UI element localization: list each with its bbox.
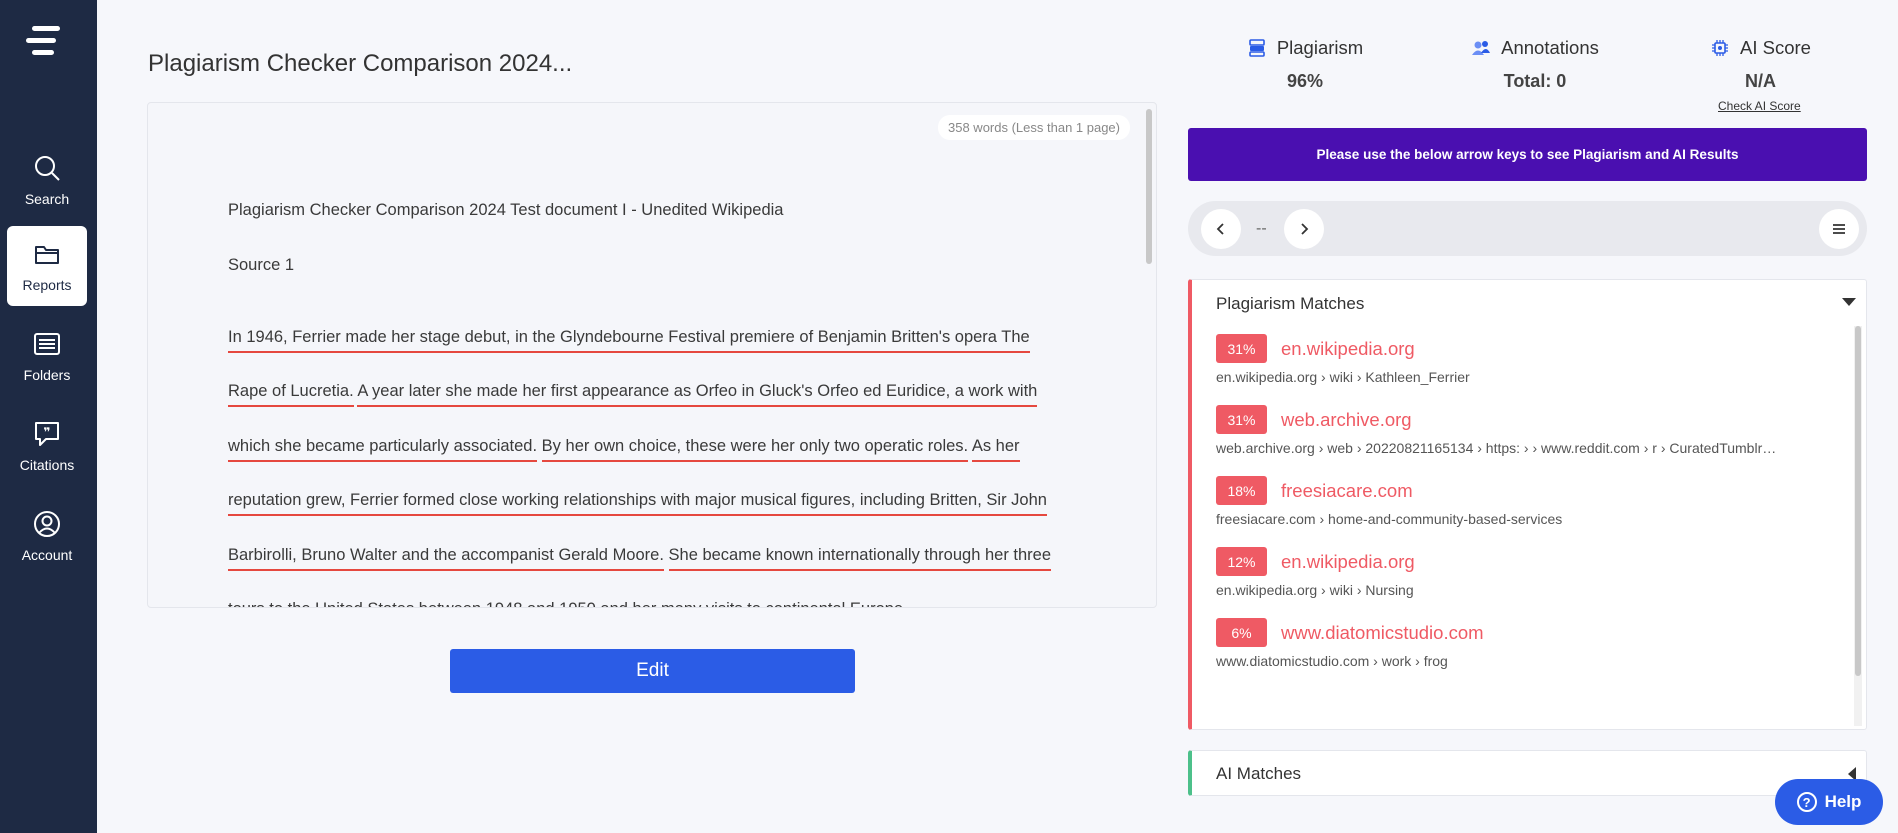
document-panel: 358 words (Less than 1 page) Plagiarism … — [147, 102, 1157, 608]
server-stack-icon — [1249, 39, 1265, 57]
menu-button[interactable] — [1819, 209, 1859, 249]
edit-button[interactable]: Edit — [450, 649, 855, 693]
chip-icon — [1712, 40, 1729, 56]
match-domain-link[interactable]: web.archive.org — [1281, 409, 1412, 431]
annotations-label: Annotations — [1501, 37, 1599, 58]
match-domain-link[interactable]: en.wikipedia.org — [1281, 551, 1415, 573]
hamburger-menu-icon — [1833, 224, 1845, 234]
match-percent-badge: 31% — [1216, 405, 1267, 434]
users-icon — [1472, 41, 1491, 55]
page-title: Plagiarism Checker Comparison 2024... — [148, 50, 573, 77]
user-circle-icon — [34, 511, 60, 537]
previous-button[interactable] — [1201, 209, 1241, 249]
document-paragraph: In 1946, Ferrier made her stage debut, i… — [228, 310, 1073, 607]
plagiarism-value: 96% — [1286, 71, 1324, 91]
sidebar-item-account[interactable]: Account — [7, 496, 87, 576]
match-path: web.archive.org › web › 20220821165134 ›… — [1216, 440, 1777, 456]
ai-score-label: AI Score — [1740, 37, 1811, 58]
match-path: en.wikipedia.org › wiki › Kathleen_Ferri… — [1216, 369, 1470, 385]
annotations-value: Total: 0 — [1503, 71, 1567, 91]
match-percent-badge: 31% — [1216, 334, 1267, 363]
ai-score-stat: AI Score N/A — [1708, 37, 1813, 92]
match-item[interactable]: 31% web.archive.org web.archive.org › web… — [1216, 405, 1836, 456]
sidebar-item-label: Search — [24, 191, 70, 207]
question-icon: ? — [1796, 792, 1817, 812]
plagiarism-stat: Plagiarism 96% — [1245, 37, 1365, 92]
sidebar-item-citations[interactable]: ❞ Citations — [7, 406, 87, 486]
folder-open-icon — [35, 246, 59, 264]
word-count-badge: 358 words (Less than 1 page) — [938, 115, 1130, 140]
chevron-right-icon — [1301, 223, 1309, 235]
match-item[interactable]: 6% www.diatomicstudio.com www.diatomicstu… — [1216, 618, 1836, 669]
plagiarism-label: Plagiarism — [1276, 37, 1364, 58]
match-path: en.wikipedia.org › wiki › Nursing — [1216, 582, 1414, 598]
match-percent-badge: 12% — [1216, 547, 1267, 576]
help-label: Help — [1824, 792, 1862, 811]
search-icon — [35, 156, 60, 181]
logo-icon[interactable] — [26, 24, 66, 58]
check-ai-score-link[interactable]: Check AI Score — [1718, 99, 1801, 113]
document-source: Source 1 — [228, 256, 295, 274]
annotations-stat: Annotations Total: 0 — [1470, 37, 1600, 92]
match-percent-badge: 6% — [1216, 618, 1267, 647]
match-domain-link[interactable]: en.wikipedia.org — [1281, 338, 1415, 360]
sidebar-item-label: Folders — [23, 367, 71, 383]
svg-text:❞: ❞ — [43, 425, 50, 439]
chevron-left-icon — [1216, 223, 1224, 235]
ai-matches-panel[interactable]: AI Matches — [1188, 750, 1867, 796]
results-navigator: -- — [1188, 201, 1867, 256]
sidebar-item-label: Reports — [22, 277, 72, 293]
plagiarism-matches-title: Plagiarism Matches — [1216, 294, 1365, 313]
ai-matches-title: AI Matches — [1216, 764, 1302, 783]
sidebar-item-label: Citations — [19, 457, 75, 473]
plagiarism-matches-panel: Plagiarism Matches 31% en.wikipedia.org e… — [1188, 279, 1867, 730]
sidebar-item-search[interactable]: Search — [7, 140, 87, 220]
quote-bubble-icon: ❞ — [35, 422, 59, 446]
match-path: www.diatomicstudio.com › work › frog — [1216, 653, 1448, 669]
list-icon — [34, 333, 60, 355]
sidebar: Search Reports Folders ❞ Citations Accou… — [0, 0, 97, 833]
match-item[interactable]: 12% en.wikipedia.org en.wikipedia.org › w… — [1216, 547, 1836, 598]
ai-score-value: N/A — [1745, 71, 1776, 91]
match-domain-link[interactable]: www.diatomicstudio.com — [1281, 622, 1484, 644]
next-button[interactable] — [1284, 209, 1324, 249]
document-scrollbar[interactable] — [1144, 107, 1154, 603]
highlighted-sentence[interactable]: By her own choice, these were her only t… — [541, 436, 969, 462]
help-button[interactable]: ? Help — [1775, 779, 1883, 825]
matches-scrollbar[interactable] — [1854, 326, 1862, 726]
match-item[interactable]: 31% en.wikipedia.org en.wikipedia.org › w… — [1216, 334, 1836, 385]
navigator-position: -- — [1256, 220, 1267, 237]
match-percent-badge: 18% — [1216, 476, 1267, 505]
match-item[interactable]: 18% freesiacare.com freesiacare.com › hom… — [1216, 476, 1836, 527]
instruction-banner: Please use the below arrow keys to see P… — [1188, 128, 1867, 181]
match-path: freesiacare.com › home-and-community-bas… — [1216, 511, 1563, 527]
document-heading: Plagiarism Checker Comparison 2024 Test … — [228, 201, 784, 219]
sidebar-item-label: Account — [21, 547, 73, 563]
caret-down-icon[interactable] — [1842, 298, 1856, 306]
sidebar-item-folders[interactable]: Folders — [7, 316, 87, 396]
sidebar-item-reports[interactable]: Reports — [7, 226, 87, 306]
match-domain-link[interactable]: freesiacare.com — [1281, 480, 1413, 502]
